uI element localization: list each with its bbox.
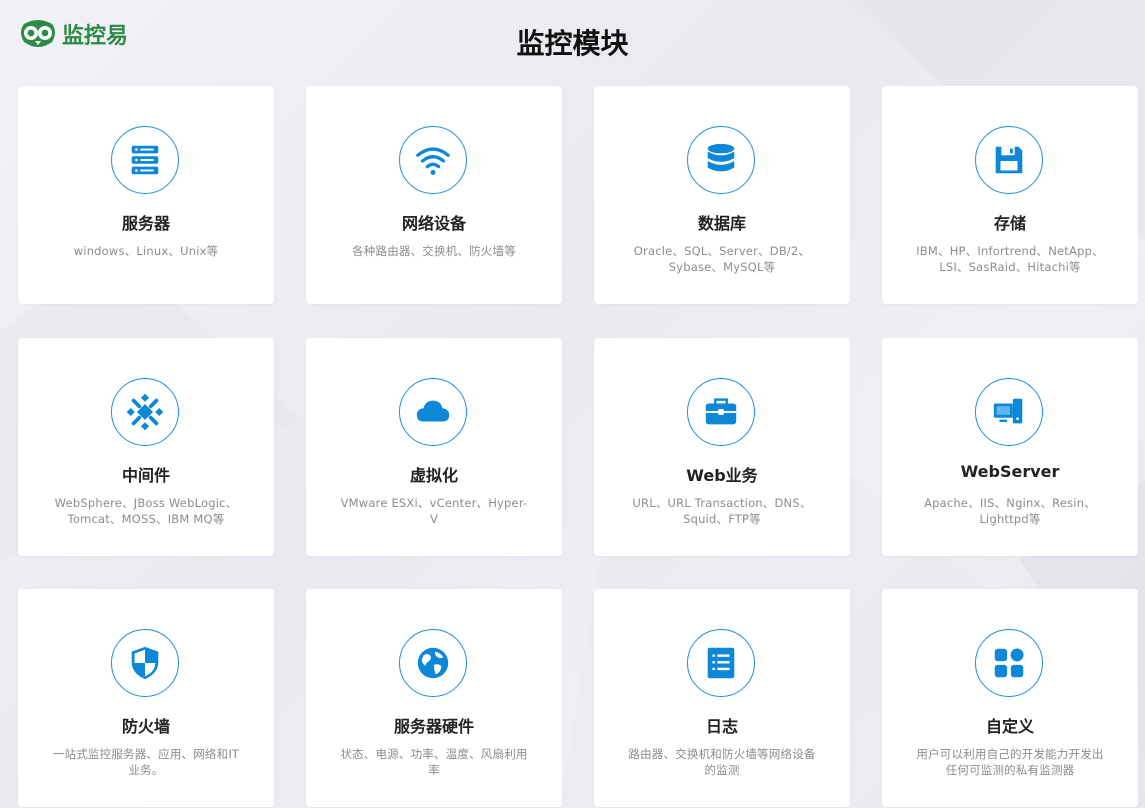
module-description: 一站式监控服务器、应用、网络和IT 业务。 <box>52 747 240 777</box>
icon-circle <box>111 126 179 194</box>
module-description: 用户可以利用自己的开发能力开发出 任何可监测的私有监测器 <box>916 747 1104 777</box>
module-card-storage[interactable]: 存储 IBM、HP、Infortrend、NetApp、LSI、SasRaid、… <box>882 86 1138 304</box>
icon-circle <box>975 126 1043 194</box>
module-title: 服务器硬件 <box>393 717 474 736</box>
icon-circle <box>111 629 179 697</box>
module-card-database[interactable]: 数据库 Oracle、SQL、Server、DB/2、Sybase、MySQL等 <box>594 86 850 304</box>
module-card-middleware[interactable]: 中间件 WebSphere、JBoss WebLogic、Tomcat、MOSS… <box>18 338 274 556</box>
icon-circle <box>687 629 755 697</box>
module-card-custom[interactable]: 自定义 用户可以利用自己的开发能力开发出 任何可监测的私有监测器 <box>882 589 1138 807</box>
module-description: 状态、电源、功率、温度、风扇利用率 <box>340 747 528 777</box>
icon-circle <box>975 378 1043 446</box>
log-list-icon <box>707 647 735 679</box>
server-icon <box>131 145 159 175</box>
module-title: 网络设备 <box>401 214 466 233</box>
icon-circle <box>399 378 467 446</box>
module-description: Oracle、SQL、Server、DB/2、Sybase、MySQL等 <box>633 244 811 274</box>
icon-circle <box>687 378 755 446</box>
module-title: 自定义 <box>985 717 1034 736</box>
module-title: 存储 <box>993 214 1026 233</box>
module-description: IBM、HP、Infortrend、NetApp、LSI、SasRaid、Hit… <box>916 244 1104 274</box>
module-title: Web业务 <box>686 466 758 485</box>
icon-circle <box>975 629 1043 697</box>
briefcase-icon <box>705 398 737 425</box>
module-title: 数据库 <box>697 214 746 233</box>
module-card-firewall[interactable]: 防火墙 一站式监控服务器、应用、网络和IT 业务。 <box>18 589 274 807</box>
module-description: 各种路由器、交换机、防火墙等 <box>352 244 516 258</box>
icon-circle <box>687 126 755 194</box>
module-title: 虚拟化 <box>409 466 458 485</box>
module-card-log[interactable]: 日志 路由器、交换机和防火墙等网络设备 的监测 <box>594 589 850 807</box>
module-title: 防火墙 <box>121 717 170 736</box>
middleware-icon <box>126 393 164 431</box>
module-card-server[interactable]: 服务器 windows、Linux、Unix等 <box>18 86 274 304</box>
module-grid: 服务器 windows、Linux、Unix等 网络设备 各种路由器、交换机、防… <box>0 0 1145 808</box>
apps-grid-icon <box>994 648 1024 678</box>
module-title: 中间件 <box>121 466 170 485</box>
module-description: WebSphere、JBoss WebLogic、Tomcat、MOSS、IBM… <box>54 496 238 526</box>
module-description: windows、Linux、Unix等 <box>73 244 219 258</box>
module-title: 服务器 <box>121 214 170 233</box>
module-card-web-business[interactable]: Web业务 URL、URL Transaction、DNS、Squid、FTP等 <box>594 338 850 556</box>
icon-circle <box>399 629 467 697</box>
module-title: 日志 <box>705 717 738 736</box>
icon-circle <box>399 126 467 194</box>
module-card-server-hardware[interactable]: 服务器硬件 状态、电源、功率、温度、风扇利用率 <box>306 589 562 807</box>
cloud-icon <box>416 400 450 422</box>
database-icon <box>707 143 735 172</box>
module-description: URL、URL Transaction、DNS、Squid、FTP等 <box>632 496 812 526</box>
module-card-virtualization[interactable]: 虚拟化 VMware ESXi、vCenter、Hyper-V <box>306 338 562 556</box>
monitor-icon <box>993 398 1023 424</box>
globe-icon <box>417 647 449 679</box>
module-description: VMware ESXi、vCenter、Hyper-V <box>340 496 528 526</box>
module-title: WebServer <box>960 462 1060 481</box>
module-card-webserver[interactable]: WebServer Apache、IIS、Nginx、Resin、Lighttp… <box>882 338 1138 556</box>
module-description: 路由器、交换机和防火墙等网络设备 的监测 <box>628 747 816 777</box>
module-description: Apache、IIS、Nginx、Resin、Lighttpd等 <box>924 496 1096 526</box>
module-card-network[interactable]: 网络设备 各种路由器、交换机、防火墙等 <box>306 86 562 304</box>
wifi-icon <box>416 147 450 175</box>
floppy-disk-icon <box>995 146 1023 174</box>
icon-circle <box>111 378 179 446</box>
shield-icon <box>131 646 159 680</box>
